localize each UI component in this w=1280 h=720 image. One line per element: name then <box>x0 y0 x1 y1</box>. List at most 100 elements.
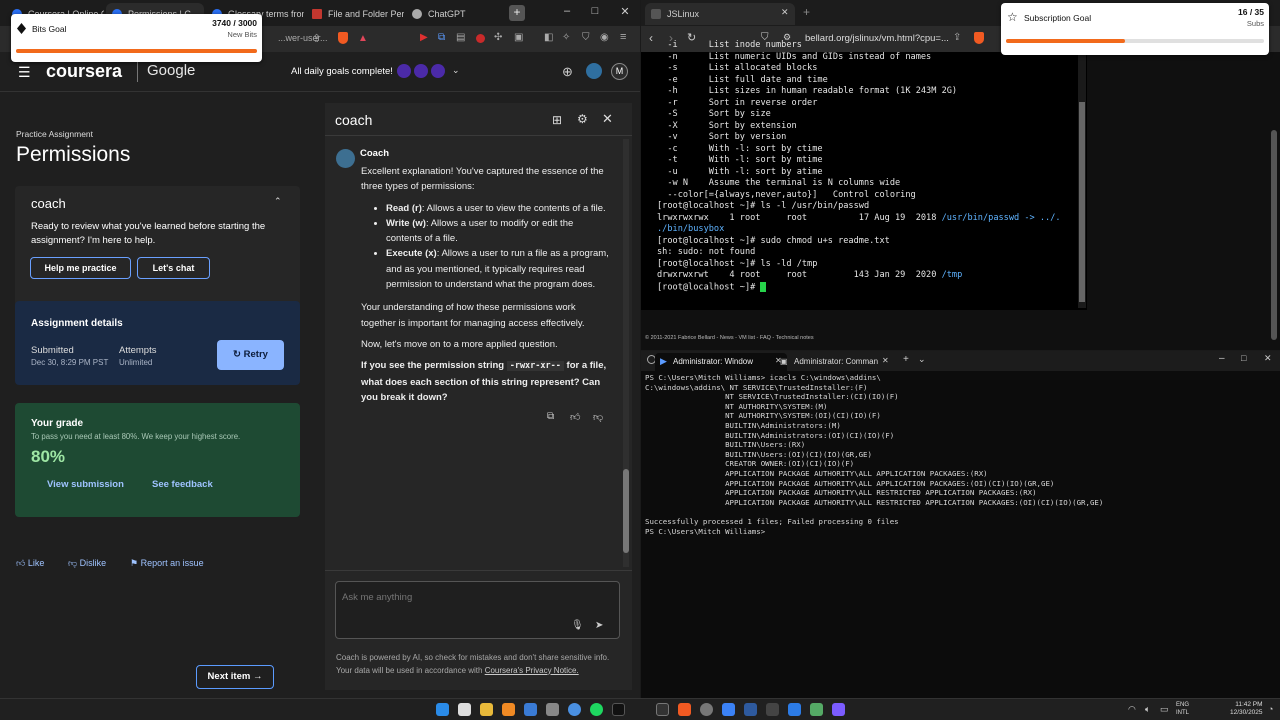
copy-icon[interactable]: ⧉ <box>547 411 554 422</box>
new-tab-button[interactable]: + <box>903 354 909 365</box>
ps-line: PS C:\Users\Mitch Williams> <box>645 526 770 536</box>
volume-icon[interactable]: 🔈︎ <box>1145 704 1150 715</box>
tab-chatgpt[interactable]: ChatGPT <box>406 3 504 25</box>
ext-reader-icon[interactable]: ▤ <box>456 32 465 43</box>
chevron-down-icon[interactable]: ⌄ <box>918 354 926 365</box>
lets-chat-button[interactable]: Let's chat <box>137 257 210 279</box>
sheets-icon[interactable] <box>810 703 823 716</box>
new-tab-button[interactable]: + <box>803 5 810 19</box>
thumbs-up-icon[interactable]: 👍︎ <box>570 411 580 423</box>
globe-icon[interactable]: ⊕ <box>562 64 573 80</box>
discord-icon[interactable] <box>832 703 845 716</box>
send-icon[interactable]: ➤ <box>595 620 603 631</box>
ps-line: NT SERVICE\TrustedInstaller:(CI)(IO)(F) <box>645 392 899 402</box>
close-tab-icon[interactable]: ✕ <box>882 356 889 365</box>
help-me-practice-button[interactable]: Help me practice <box>30 257 131 279</box>
close-tab-icon[interactable]: ✕ <box>781 7 789 18</box>
coach-input-field[interactable] <box>342 590 572 604</box>
battery-icon[interactable]: ▭ <box>1160 704 1169 715</box>
hamburger-icon[interactable]: ☰ <box>18 64 31 81</box>
page-scrollbar[interactable] <box>1271 130 1277 340</box>
chat-scrollbar[interactable] <box>623 139 629 567</box>
github-icon[interactable] <box>612 703 625 716</box>
notification-icon[interactable]: ◔ <box>1268 704 1273 714</box>
chrome-icon[interactable] <box>568 703 581 716</box>
vlc-icon[interactable] <box>502 703 515 716</box>
terminal-line: [root@localhost ~]# ls -l /usr/bin/passw… <box>657 201 870 211</box>
see-feedback-link[interactable]: See feedback <box>152 479 213 490</box>
view-submission-link[interactable]: View submission <box>47 479 124 490</box>
wallet-icon[interactable]: ◉ <box>600 32 609 43</box>
notepad-icon[interactable] <box>722 703 735 716</box>
ps-tab-admin-window[interactable]: ▶ Administrator: Window ✕ <box>655 353 787 371</box>
minimize-button[interactable]: – <box>560 5 574 17</box>
chevron-down-icon[interactable]: ⌄ <box>452 65 460 76</box>
ext-puzzle-icon[interactable]: ✣ <box>494 32 502 43</box>
vpn-icon[interactable] <box>788 703 801 716</box>
close-button[interactable]: ✕ <box>1264 353 1272 364</box>
ps-line: BUILTIN\Users:(RX) <box>645 440 806 450</box>
powershell-output[interactable]: PS C:\Users\Mitch Williams> icacls C:\wi… <box>645 373 1103 536</box>
ext-grid-icon[interactable]: ▣ <box>514 32 523 43</box>
coach-avatar-icon[interactable] <box>586 63 602 79</box>
ps-tab-admin-command[interactable]: ▣ Administrator: Comman ✕ <box>778 353 898 371</box>
brave-shield-icon[interactable] <box>338 32 348 44</box>
terminal-line: -v Sort by version <box>657 132 787 142</box>
tab-file-folder[interactable]: File and Folder Perm... <box>306 3 404 25</box>
vpn-icon[interactable]: ⛉ <box>582 32 590 43</box>
maximize-button[interactable]: □ <box>1241 353 1246 363</box>
privacy-notice-link[interactable]: Coursera's Privacy Notice. <box>485 666 579 675</box>
brave-rewards-icon[interactable]: ▲ <box>358 33 368 44</box>
menu-icon[interactable]: ≡ <box>620 31 626 43</box>
spotify-icon[interactable] <box>590 703 603 716</box>
ext-translate-icon[interactable]: ⧉ <box>438 32 445 43</box>
terminal-scrollbar[interactable] <box>1078 52 1086 308</box>
folder-icon[interactable] <box>480 703 493 716</box>
terminal-icon[interactable] <box>766 703 779 716</box>
new-chat-icon[interactable]: ⊞ <box>552 113 562 127</box>
retry-button[interactable]: ↻ Retry <box>217 340 284 370</box>
new-tab-button[interactable]: + <box>509 5 525 21</box>
ext-record-icon[interactable] <box>476 34 485 43</box>
settings-icon[interactable] <box>700 703 713 716</box>
microphone-icon[interactable]: 🎙︎ <box>571 620 584 631</box>
ext-youtube-icon[interactable]: ▶ <box>420 32 428 43</box>
coursera-logo[interactable]: coursera <box>46 61 122 82</box>
minimize-button[interactable]: – <box>1219 353 1225 364</box>
user-avatar[interactable]: M <box>611 63 628 80</box>
file-icon[interactable] <box>458 703 471 716</box>
chevron-up-icon[interactable]: ⌃ <box>274 196 282 207</box>
dislike-button[interactable]: 👎︎ Dislike <box>68 558 106 569</box>
vscode-icon[interactable] <box>744 703 757 716</box>
back-icon[interactable]: ‹ <box>649 31 653 45</box>
tab-jslinux[interactable]: JSLinux <box>645 3 795 25</box>
close-button[interactable]: ✕ <box>618 5 632 18</box>
like-button[interactable]: 👍︎ Like <box>16 558 44 569</box>
terminal-line: [root@localhost ~]# ls -ld /tmp <box>657 258 818 269</box>
edge-icon[interactable] <box>524 703 537 716</box>
thumbs-down-icon[interactable]: 👎︎ <box>593 411 603 423</box>
settings-icon[interactable]: ⚙ <box>577 112 588 126</box>
terminal-scrollbar-thumb[interactable] <box>1079 102 1085 302</box>
maximize-button[interactable]: □ <box>588 5 602 17</box>
brave-icon[interactable] <box>678 703 691 716</box>
clock[interactable]: 11:42 PM 12/30/2025 <box>1230 701 1263 717</box>
start-icon[interactable] <box>436 703 449 716</box>
ai-sparkle-icon[interactable]: ✧ <box>562 32 570 43</box>
terminal-link-path: /tmp <box>941 270 963 280</box>
capcut-icon[interactable] <box>656 703 669 716</box>
wifi-icon[interactable]: ◠ <box>1128 704 1136 715</box>
share-icon[interactable]: ⇪ <box>312 32 321 45</box>
submitted-label: Submitted <box>31 345 74 356</box>
report-issue-button[interactable]: ⚑ Report an issue <box>130 558 204 569</box>
logo-divider <box>137 62 138 82</box>
close-icon[interactable]: ✕ <box>602 111 613 127</box>
goal-ring-3 <box>431 64 445 78</box>
sidebar-icon[interactable]: ◧ <box>544 32 553 43</box>
language-indicator[interactable]: ENG INTL <box>1176 701 1189 717</box>
grade-heading: Your grade <box>31 418 84 429</box>
scrollbar-thumb[interactable] <box>623 469 629 553</box>
obs-icon[interactable] <box>546 703 559 716</box>
coach-input[interactable]: 🎙︎ ➤ <box>335 581 620 639</box>
next-item-button[interactable]: Next item → <box>196 665 274 689</box>
